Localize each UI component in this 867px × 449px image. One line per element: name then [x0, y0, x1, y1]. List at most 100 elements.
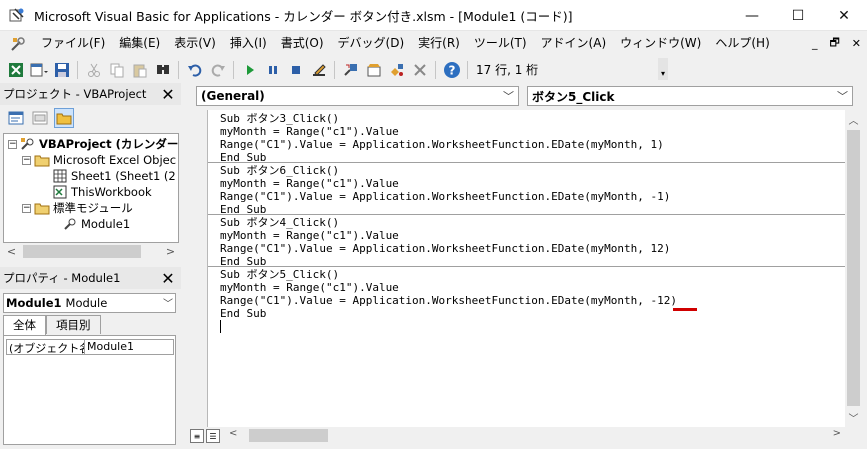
code-line[interactable]: Range("C1").Value = Application.Workshee… — [220, 294, 677, 307]
scroll-left-icon[interactable]: < — [3, 245, 20, 258]
full-module-view-button[interactable]: ☰ — [206, 429, 220, 443]
find-icon[interactable] — [151, 59, 174, 81]
object-combo[interactable]: (General) ﹀ — [196, 86, 519, 106]
project-toolbar — [0, 106, 180, 130]
code-editor[interactable]: Sub ボタン3_Click() myMonth = Range("c1").V… — [208, 110, 845, 427]
tree-module1[interactable]: Module1 — [62, 216, 130, 232]
design-mode-icon[interactable] — [307, 59, 330, 81]
view-code-icon[interactable] — [6, 108, 26, 128]
maximize-button[interactable]: ☐ — [775, 0, 821, 31]
scroll-down-icon[interactable]: ﹀ — [845, 410, 862, 425]
procedure-view-button[interactable]: ≡ — [190, 429, 204, 443]
mdi-minimize-button[interactable]: _ — [812, 37, 818, 50]
tree-root[interactable]: − VBAProject (カレンダー — [8, 136, 178, 152]
project-close-button[interactable]: ✕ — [159, 85, 177, 104]
svg-text:?: ? — [448, 63, 455, 77]
menu-window[interactable]: ウィンドウ(W) — [613, 31, 708, 56]
vba-menu-icon[interactable] — [8, 34, 28, 54]
menu-addins[interactable]: アドイン(A) — [534, 31, 614, 56]
code-line[interactable]: Sub ボタン6_Click() — [220, 164, 339, 177]
tab-alphabetic[interactable]: 全体 — [3, 315, 46, 336]
menu-debug[interactable]: デバッグ(D) — [331, 31, 412, 56]
code-line[interactable]: myMonth = Range("c1").Value — [220, 229, 399, 242]
property-value[interactable]: Module1 — [85, 340, 134, 354]
toolbar-options-button[interactable]: ▾ — [658, 58, 668, 80]
properties-object-select[interactable]: Module1 Module ﹀ — [3, 293, 176, 313]
procedure-combo[interactable]: ボタン5_Click ﹀ — [527, 86, 853, 106]
collapse-icon[interactable]: − — [8, 139, 17, 149]
break-icon[interactable] — [261, 59, 284, 81]
minimize-button[interactable]: — — [729, 0, 775, 31]
view-object-icon[interactable] — [30, 108, 50, 128]
properties-grid: (オブジェクト名) Module1 — [3, 335, 176, 445]
excel-icon[interactable] — [4, 59, 27, 81]
code-line[interactable]: Sub ボタン4_Click() — [220, 216, 339, 229]
object-browser-icon[interactable] — [385, 59, 408, 81]
code-line[interactable]: Range("C1").Value = Application.Workshee… — [220, 190, 670, 203]
code-vertical-scrollbar[interactable]: ︿ ﹀ — [845, 110, 862, 427]
paste-icon[interactable] — [128, 59, 151, 81]
scroll-thumb[interactable] — [23, 245, 141, 258]
property-row[interactable]: (オブジェクト名) Module1 — [6, 339, 174, 355]
procedure-separator — [208, 266, 845, 267]
menu-help[interactable]: ヘルプ(H) — [708, 31, 776, 56]
cut-icon[interactable] — [82, 59, 105, 81]
code-line[interactable]: myMonth = Range("c1").Value — [220, 177, 399, 190]
menu-insert[interactable]: 挿入(I) — [223, 31, 274, 56]
undo-icon[interactable] — [183, 59, 206, 81]
toolbox-icon[interactable] — [408, 59, 431, 81]
code-line[interactable]: myMonth = Range("c1").Value — [220, 125, 399, 138]
tab-categorized[interactable]: 項目別 — [46, 315, 101, 334]
code-line[interactable]: Range("C1").Value = Application.Workshee… — [220, 242, 670, 255]
help-icon[interactable]: ? — [440, 59, 463, 81]
tree-modules-folder[interactable]: − 標準モジュール — [22, 200, 133, 216]
tree-excel-objects[interactable]: − Microsoft Excel Objec — [22, 152, 176, 168]
scroll-left-icon[interactable]: < — [229, 428, 237, 439]
code-horizontal-scrollbar[interactable]: < > — [225, 427, 845, 444]
mdi-close-button[interactable]: ✕ — [852, 37, 861, 50]
module-icon — [62, 217, 78, 231]
run-icon[interactable] — [238, 59, 261, 81]
menu-run[interactable]: 実行(R) — [411, 31, 467, 56]
chevron-down-icon[interactable]: ﹀ — [163, 295, 173, 310]
property-name: (オブジェクト名) — [7, 340, 85, 354]
menu-file[interactable]: ファイル(F) — [34, 31, 112, 56]
scroll-thumb[interactable] — [249, 429, 328, 442]
menu-format[interactable]: 書式(O) — [274, 31, 331, 56]
close-button[interactable]: ✕ — [821, 0, 867, 31]
code-line[interactable]: End Sub — [220, 307, 266, 320]
code-line[interactable]: Sub ボタン3_Click() — [220, 112, 339, 125]
toggle-folders-icon[interactable] — [54, 108, 74, 128]
tree-thisworkbook[interactable]: ThisWorkbook — [52, 184, 152, 200]
mdi-restore-button[interactable]: 🗗 — [829, 34, 839, 53]
project-horizontal-scrollbar[interactable]: < > — [3, 243, 179, 260]
properties-icon[interactable] — [362, 59, 385, 81]
scroll-up-icon[interactable]: ︿ — [845, 112, 862, 127]
scroll-right-icon[interactable]: > — [162, 245, 179, 258]
project-explorer-icon[interactable] — [339, 59, 362, 81]
insert-module-icon[interactable] — [27, 59, 50, 81]
scroll-thumb[interactable] — [847, 130, 860, 406]
toolbar-separator — [435, 60, 436, 79]
code-line[interactable]: myMonth = Range("c1").Value — [220, 281, 399, 294]
copy-icon[interactable] — [105, 59, 128, 81]
collapse-icon[interactable]: − — [22, 203, 31, 213]
code-line[interactable]: Range("C1").Value = Application.Workshee… — [220, 138, 664, 151]
save-icon[interactable] — [50, 59, 73, 81]
properties-close-button[interactable]: ✕ — [159, 269, 177, 288]
vbaproject-icon — [20, 137, 36, 151]
code-margin-indicator-bar[interactable] — [187, 110, 208, 427]
chevron-down-icon[interactable]: ﹀ — [503, 88, 514, 104]
reset-icon[interactable] — [284, 59, 307, 81]
menu-edit[interactable]: 編集(E) — [112, 31, 167, 56]
redo-icon[interactable] — [206, 59, 229, 81]
scroll-right-icon[interactable]: > — [833, 428, 841, 439]
vba-app-icon[interactable] — [8, 6, 26, 24]
menu-tools[interactable]: ツール(T) — [467, 31, 534, 56]
menu-view[interactable]: 表示(V) — [167, 31, 223, 56]
tree-sheet1[interactable]: Sheet1 (Sheet1 (2 — [52, 168, 176, 184]
procedure-separator — [208, 214, 845, 215]
chevron-down-icon[interactable]: ﹀ — [837, 88, 848, 104]
code-line[interactable]: Sub ボタン5_Click() — [220, 268, 339, 281]
collapse-icon[interactable]: − — [22, 155, 31, 165]
